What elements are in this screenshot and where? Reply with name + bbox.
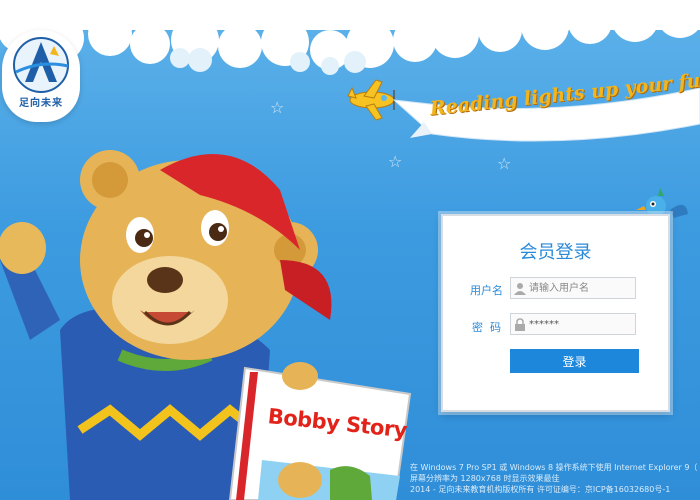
- star-icon: ☆: [497, 154, 512, 173]
- password-label: 密 码: [472, 321, 501, 334]
- password-field-wrapper: [510, 313, 636, 335]
- footer-line-resolution: 屏幕分辨率为 1280x768 时显示效果最佳: [410, 474, 560, 483]
- star-icon: ☆: [270, 98, 285, 117]
- login-button[interactable]: 登录: [510, 349, 639, 373]
- footer-line-copyright: 2014 - 足向未来教育机构版权所有 许可证编号：京ICP备16032680号…: [410, 485, 671, 494]
- cloud-header: [0, 0, 700, 75]
- footer-line-browser: 在 Windows 7 Pro SP1 或 Windows 8 操作系统下使用 …: [410, 463, 698, 472]
- login-title: 会员登录: [519, 242, 592, 263]
- username-field-wrapper: [510, 277, 636, 299]
- logo-text: 足向未来: [19, 98, 63, 109]
- login-form: 会员登录 用户名 密 码 登录: [441, 214, 670, 412]
- password-input[interactable]: [529, 314, 633, 334]
- footer: 在 Windows 7 Pro SP1 或 Windows 8 操作系统下使用 …: [410, 462, 700, 495]
- lock-icon: [515, 318, 525, 331]
- airplane-icon: [347, 79, 395, 121]
- login-page: 足向未来 Reading lights up your futu ☆ ☆ ☆ B…: [0, 0, 700, 500]
- username-label: 用户名: [470, 284, 503, 297]
- brand-logo[interactable]: 足向未来: [2, 30, 80, 122]
- username-input[interactable]: [529, 278, 633, 298]
- bear-mascot-illustration: [0, 150, 412, 500]
- logo-mark-icon: [13, 37, 69, 93]
- user-icon: [514, 283, 526, 295]
